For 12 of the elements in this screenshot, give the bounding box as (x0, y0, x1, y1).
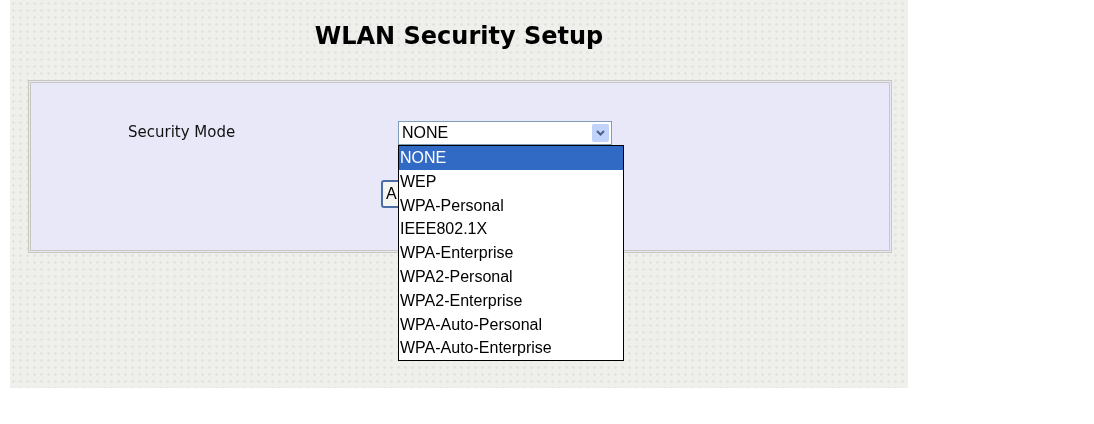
dropdown-option[interactable]: WEP (399, 169, 623, 194)
dropdown-option[interactable]: WPA-Enterprise (399, 241, 623, 265)
security-mode-select[interactable]: NONE (398, 121, 612, 145)
page-title: WLAN Security Setup (314, 22, 604, 50)
dropdown-option[interactable]: WPA-Personal (399, 193, 623, 218)
dropdown-option[interactable]: NONE (399, 146, 623, 170)
field-label: Security Mode (128, 123, 236, 141)
dropdown-option[interactable]: IEEE802.1X (399, 217, 623, 242)
dropdown-option[interactable]: WPA-Auto-Personal (399, 312, 623, 337)
dropdown-option[interactable]: WPA-Auto-Enterprise (399, 336, 623, 361)
dropdown-option[interactable]: WPA2-Enterprise (399, 288, 623, 313)
dropdown-option[interactable]: WPA2-Personal (399, 265, 623, 289)
